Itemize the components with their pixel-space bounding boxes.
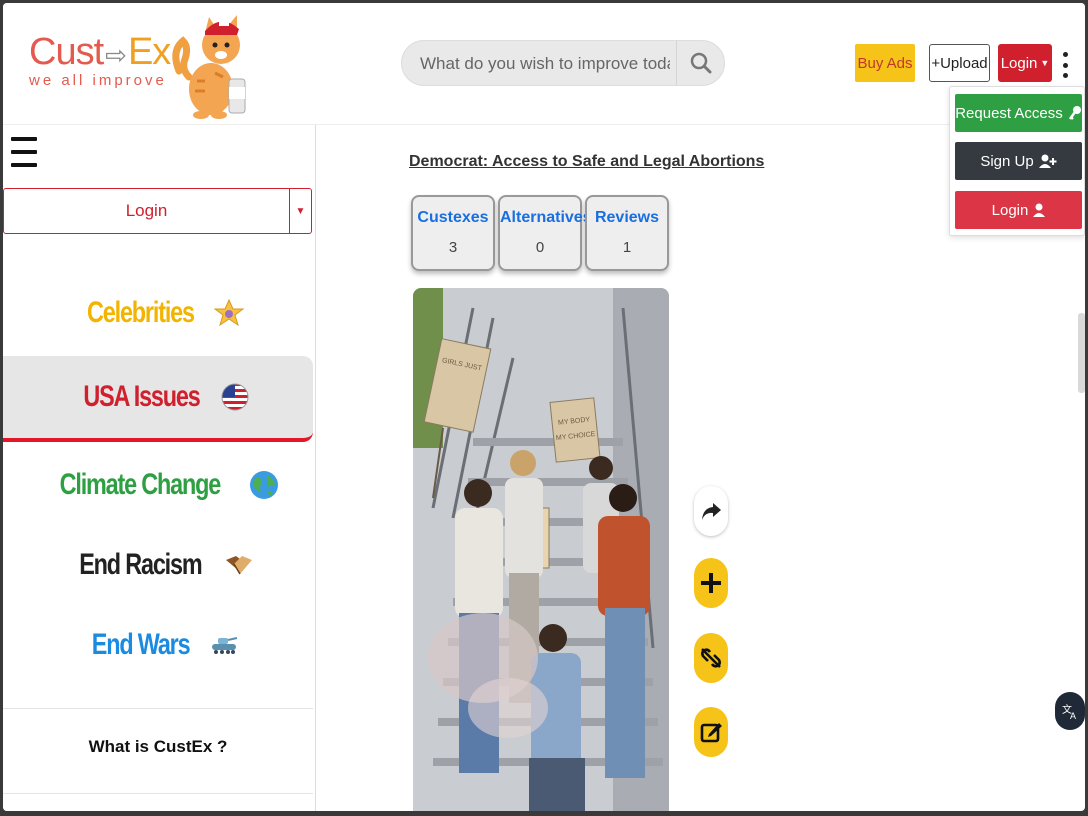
logo-word-ex: Ex: [127, 31, 171, 73]
custex-logo[interactable]: Cust⇨Ex we all improve: [29, 31, 171, 89]
tab-count: 0: [535, 239, 545, 256]
tab-label: Alternatives: [500, 209, 592, 226]
unlink-button[interactable]: [694, 633, 728, 683]
sidebar-divider: [3, 708, 313, 709]
tab-custexes[interactable]: Custexes 3: [411, 195, 495, 271]
login-dropdown-menu: Request Access Sign Up Login: [949, 86, 1085, 236]
tab-reviews[interactable]: Reviews 1: [585, 195, 669, 271]
app-window: Cust⇨Ex we all improve What do you wish …: [3, 3, 1085, 811]
share-icon: [702, 503, 721, 520]
sidebar-item-label: USA Issues: [82, 380, 200, 413]
sidebar-item-celebrities[interactable]: Celebrities: [3, 277, 313, 349]
tank-icon: [211, 637, 237, 654]
request-access-label: Request Access: [955, 104, 1063, 122]
svg-text:A: A: [1070, 711, 1076, 720]
edit-button[interactable]: [694, 707, 728, 757]
share-button[interactable]: [694, 486, 728, 536]
sidebar-item-label: End Wars: [92, 628, 191, 661]
protest-image: GIRLS JUST MY BODY MY CHOICE: [413, 288, 669, 811]
buy-ads-button[interactable]: Buy Ads: [855, 44, 915, 82]
cat-mascot-icon: [172, 15, 246, 119]
hamburger-menu-icon[interactable]: [11, 137, 37, 167]
tab-label: Custexes: [417, 209, 489, 226]
search-bar: [401, 40, 725, 86]
key-icon: [1068, 106, 1081, 120]
sidebar: Login ▼ Celebrities USA Issues Climate C…: [3, 125, 316, 811]
tab-count: 1: [622, 239, 632, 256]
dropdown-login-label: Login: [991, 201, 1029, 219]
scrollbar-thumb[interactable]: [1078, 313, 1085, 393]
sidebar-login-select[interactable]: Login ▼: [3, 188, 312, 234]
sidebar-item-usa-issues[interactable]: USA Issues: [3, 356, 313, 442]
sidebar-item-climate-change[interactable]: Climate Change: [3, 449, 313, 521]
sidebar-item-label: Celebrities: [86, 296, 195, 329]
plus-icon: [701, 573, 721, 593]
logo-tagline: we all improve: [29, 72, 167, 89]
logo-arrow-icon: ⇨: [105, 40, 127, 70]
top-header: Cust⇨Ex we all improve What do you wish …: [3, 3, 1085, 125]
tab-label: Reviews: [594, 209, 660, 226]
dropdown-login-button[interactable]: Login: [955, 191, 1082, 229]
sidebar-item-label: Climate Change: [59, 468, 222, 501]
add-button[interactable]: [694, 558, 728, 608]
user-icon: [1033, 203, 1046, 217]
login-dropdown-button[interactable]: Login ▼: [998, 44, 1052, 82]
logo-wordmark: Cust⇨Ex: [29, 31, 171, 74]
translate-icon[interactable]: 文A: [1055, 692, 1085, 730]
sign-up-button[interactable]: Sign Up: [955, 142, 1082, 180]
tab-alternatives[interactable]: Alternatives 0: [498, 195, 592, 271]
upload-button[interactable]: +Upload: [929, 44, 990, 82]
translate-glyph-icon: 文A: [1062, 703, 1076, 720]
globe-icon: [249, 471, 278, 499]
sidebar-login-label: Login: [125, 201, 168, 220]
search-input[interactable]: [420, 51, 670, 77]
caret-down-icon: ▼: [1040, 58, 1050, 68]
sidebar-item-end-racism[interactable]: End Racism: [3, 529, 313, 601]
us-flag-icon: [221, 383, 249, 411]
kebab-menu-icon[interactable]: [1060, 52, 1070, 78]
tab-count: 3: [448, 239, 458, 256]
sidebar-divider: [3, 793, 313, 794]
search-icon: [690, 52, 711, 74]
request-access-button[interactable]: Request Access: [955, 94, 1082, 132]
edit-icon: [700, 723, 722, 743]
user-plus-icon: [1038, 154, 1057, 168]
login-button-label: Login: [1000, 54, 1038, 72]
sidebar-item-label: End Racism: [78, 548, 202, 581]
star-icon: [214, 298, 245, 327]
issue-title-link[interactable]: Democrat: Access to Safe and Legal Abort…: [409, 153, 764, 171]
search-button[interactable]: [676, 41, 724, 85]
issue-photo[interactable]: GIRLS JUST MY BODY MY CHOICE: [413, 288, 669, 811]
caret-down-icon[interactable]: ▼: [289, 189, 311, 233]
sign-up-label: Sign Up: [980, 152, 1034, 170]
logo-word-cust: Cust: [29, 31, 104, 73]
handshake-icon: [226, 556, 253, 575]
unlink-icon: [701, 648, 721, 668]
sidebar-item-end-wars[interactable]: End Wars: [3, 609, 313, 681]
what-is-custex-link[interactable]: What is CustEx ?: [3, 732, 313, 762]
